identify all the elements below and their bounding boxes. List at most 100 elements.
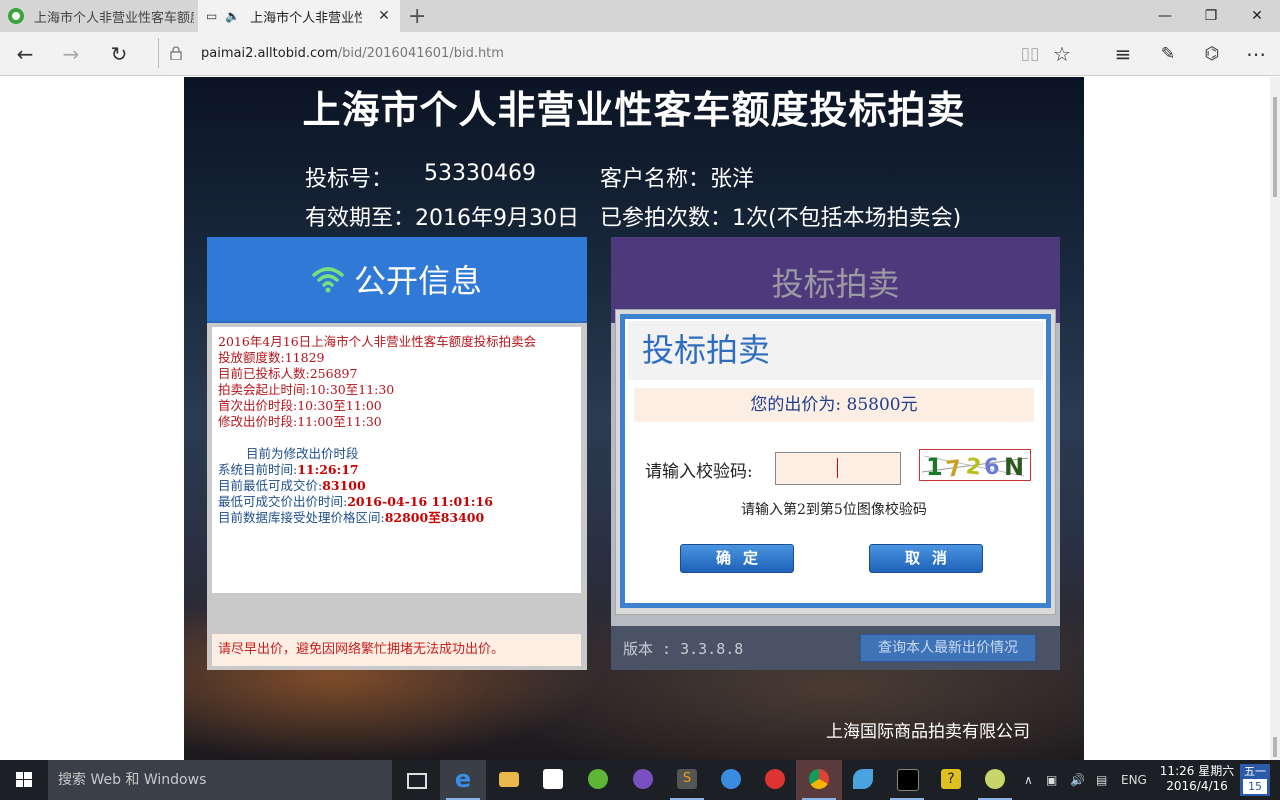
bid-number: 53330469 (424, 161, 536, 186)
scrollbar[interactable] (1270, 77, 1280, 760)
address-domain: paimai2.alltobid.com (201, 45, 338, 61)
info-line: 2016年4月16日上海市个人非营业性客车额度投标拍卖会 (218, 334, 537, 349)
ime-bottom: 15 (1243, 779, 1267, 794)
captcha-char: 7 (945, 456, 964, 480)
clock-time: 11:26 星期六 (1159, 764, 1235, 778)
help-app-icon[interactable]: ? (928, 760, 974, 800)
public-info-title: 公开信息 (353, 262, 482, 300)
bird-app-icon[interactable] (840, 760, 886, 800)
paint-icon[interactable] (972, 760, 1018, 800)
tab-title: 上海市个人非营业性 (250, 10, 363, 26)
tab-1[interactable]: 上海市个人非营业性客车额度 (0, 0, 196, 32)
sublime-icon[interactable]: S (664, 760, 710, 800)
query-bid-button[interactable]: 查询本人最新出价情况 (860, 634, 1036, 662)
terminal-icon[interactable] (884, 760, 930, 800)
info-line: 修改出价时段:11:00至11:30 (218, 414, 382, 429)
verification-code-label: 请输入校验码: (645, 462, 753, 482)
hub-icon[interactable]: ≡ (1108, 40, 1138, 68)
captcha-char: 6 (983, 454, 1001, 480)
address-path: /bid/2016041601/bid.htm (337, 45, 504, 61)
min-price-row: 目前最低可成交价:83100 (218, 478, 366, 494)
price-range-row: 目前数据库接受处理价格区间:82800至83400 (218, 510, 484, 526)
cloud-app-icon[interactable] (708, 760, 754, 800)
clock[interactable]: 11:26 星期六 2016/4/16 (1158, 764, 1236, 794)
bid-auction-title: 投标拍卖 (771, 265, 900, 303)
captcha-char: 2 (965, 454, 983, 480)
dialog-title: 投标拍卖 (642, 331, 771, 369)
system-time-row: 系统目前时间:11:26:17 (218, 462, 359, 478)
min-price-time: 2016-04-16 11:01:16 (347, 494, 493, 509)
start-button[interactable] (0, 760, 48, 800)
action-center-icon[interactable]: ▤ (1096, 760, 1107, 800)
nav-bar: ← → ↻ paimai2.alltobid.com/bid/201604160… (0, 32, 1280, 76)
bid-price-display: 您的出价为: 85800元 (634, 388, 1034, 422)
company-name: 上海国际商品拍卖有限公司 (826, 722, 1030, 742)
verification-code-input[interactable] (775, 452, 901, 485)
utorrent-icon[interactable] (575, 760, 621, 800)
scrollbar-end (1273, 737, 1277, 757)
close-tab-icon[interactable]: ✕ (378, 8, 390, 24)
min-price-time-row: 最低可成交价出价时间:2016-04-16 11:01:16 (218, 494, 493, 510)
captcha-hint: 请输入第2到第5位图像校验码 (741, 502, 927, 518)
captcha-image[interactable]: 1 7 2 6 N (919, 449, 1031, 481)
tab-bar: 上海市个人非营业性客车额度 ▭ 🔈 上海市个人非营业性 ✕ + — ❐ ✕ (0, 0, 1280, 32)
participation-count: 已参拍次数：1次(不包括本场拍卖会) (600, 206, 962, 231)
tab-preview-audio-icon[interactable]: ▭ 🔈 (206, 9, 242, 23)
current-phase: 目前为修改出价时段 (246, 446, 359, 461)
minimize-icon[interactable]: — (1142, 0, 1188, 32)
clock-date: 2016/4/16 (1166, 779, 1228, 793)
valid-until: 有效期至：2016年9月30日 (305, 206, 579, 231)
ime-indicator[interactable]: 五一 15 (1240, 764, 1270, 796)
min-price-label: 目前最低可成交价: (218, 478, 323, 493)
system-time-label: 系统目前时间: (218, 462, 298, 477)
page-title: 上海市个人非营业性客车额度投标拍卖 (302, 88, 966, 132)
purple-app-icon[interactable] (620, 760, 666, 800)
more-icon[interactable]: ⋯ (1241, 40, 1271, 68)
captcha-char: N (1004, 453, 1024, 480)
taskbar: 搜索 Web 和 Windows e S ? ∧ ▣ 🔊 ▤ ENG 11:26… (0, 760, 1280, 800)
forward-icon[interactable]: → (56, 40, 86, 68)
share-icon[interactable]: ⌬ (1197, 40, 1227, 68)
scrollbar-thumb[interactable] (1273, 97, 1277, 197)
info-line: 目前已投标人数:256897 (218, 366, 358, 381)
price-range-label: 目前数据库接受处理价格区间: (218, 510, 385, 525)
windows-logo-icon (16, 772, 32, 787)
tab-title: 上海市个人非营业性客车额度 (34, 10, 194, 26)
edge-taskbar-icon[interactable]: e (440, 760, 486, 800)
netease-music-icon[interactable] (752, 760, 798, 800)
bid-number-label: 投标号： (305, 167, 394, 192)
network-icon[interactable]: ▣ (1046, 760, 1057, 800)
chrome-icon[interactable] (796, 760, 842, 800)
lock-icon (170, 46, 182, 60)
system-time: 11:26:17 (297, 462, 359, 477)
task-view-icon[interactable] (394, 760, 440, 800)
address-bar[interactable]: paimai2.alltobid.com/bid/2016041601/bid.… (158, 38, 988, 68)
min-price: 83100 (322, 478, 366, 493)
store-icon[interactable] (530, 760, 576, 800)
info-line: 首次出价时段:10:30至11:00 (218, 398, 382, 413)
file-explorer-icon[interactable] (486, 760, 532, 800)
reading-view-icon[interactable]: ▯▯ (1015, 40, 1045, 68)
language-indicator[interactable]: ENG (1121, 760, 1147, 800)
site-favicon-icon (8, 8, 24, 24)
customer-name: 客户名称：张洋 (600, 167, 755, 192)
taskbar-search[interactable]: 搜索 Web 和 Windows (48, 760, 392, 800)
info-line: 拍卖会起止时间:10:30至11:30 (218, 382, 395, 397)
text-caret (837, 458, 838, 478)
back-icon[interactable]: ← (10, 40, 40, 68)
close-window-icon[interactable]: ✕ (1234, 0, 1280, 32)
new-tab-icon[interactable]: + (408, 4, 426, 29)
version-text: 版本 : 3.3.8.8 (623, 640, 744, 658)
captcha-char: 1 (926, 453, 943, 480)
info-line: 投放额度数:11829 (218, 350, 325, 365)
restore-icon[interactable]: ❐ (1188, 0, 1234, 32)
favorites-star-icon[interactable]: ☆ (1047, 40, 1077, 68)
min-price-time-label: 最低可成交价出价时间: (218, 494, 348, 509)
show-hidden-icons[interactable]: ∧ (1024, 760, 1033, 800)
web-note-icon[interactable]: ✎ (1153, 40, 1183, 68)
cancel-button[interactable]: 取消 (869, 544, 983, 573)
confirm-button[interactable]: 确定 (680, 544, 794, 573)
volume-icon[interactable]: 🔊 (1070, 760, 1085, 800)
tab-2-active[interactable]: ▭ 🔈 上海市个人非营业性 ✕ (198, 0, 400, 32)
refresh-icon[interactable]: ↻ (104, 40, 134, 68)
